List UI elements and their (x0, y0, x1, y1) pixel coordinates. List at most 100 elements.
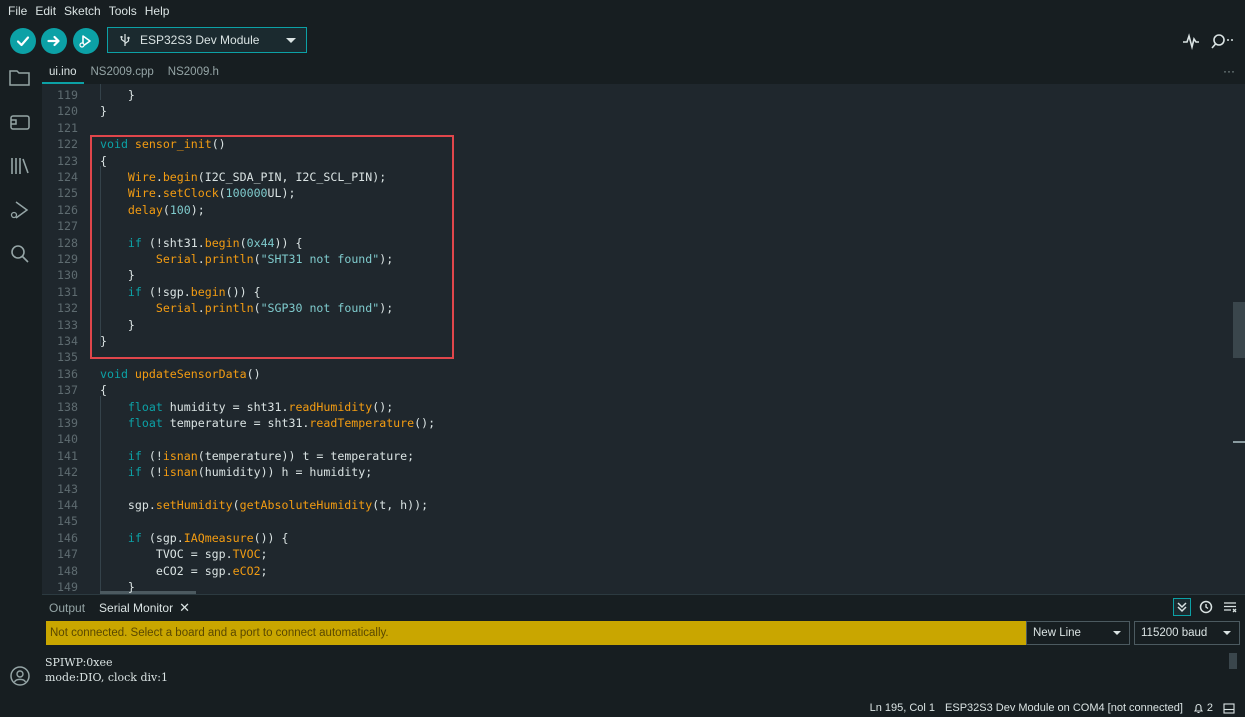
code-line[interactable]: 122 void sensor_init() (42, 136, 1222, 152)
line-number: 148 (57, 563, 78, 578)
panel-toggle-icon[interactable] (1223, 702, 1235, 714)
editor-scrollbar[interactable] (1233, 302, 1245, 358)
activity-bar (0, 62, 42, 699)
code-line[interactable]: 145 (42, 513, 1222, 529)
code-line[interactable]: 136 void updateSensorData() (42, 366, 1222, 382)
board-status[interactable]: ESP32S3 Dev Module on COM4 [not connecte… (945, 699, 1183, 717)
baud-rate-select[interactable]: 115200 baud (1134, 621, 1240, 645)
editor-tabs: ui.ino NS2009.cpp NS2009.h ··· (42, 62, 1245, 84)
code-line[interactable]: 132 Serial.println("SGP30 not found"); (42, 300, 1222, 316)
code-line[interactable]: 128 if (!sht31.begin(0x44)) { (42, 235, 1222, 251)
code-line[interactable]: 148 eCO2 = sgp.eCO2; (42, 563, 1222, 579)
autoscroll-button[interactable] (1173, 598, 1191, 616)
line-number: 124 (57, 170, 78, 184)
serial-scrollbar[interactable] (1229, 653, 1237, 669)
code-text: delay(100); (127, 202, 205, 217)
code-text: float temperature = sht31.readTemperatur… (127, 416, 436, 430)
code-line[interactable]: 131 if (!sgp.begin()) { (42, 284, 1222, 300)
code-line[interactable]: 143 (42, 481, 1222, 497)
code-text: eCO2 = sgp.eCO2; (100, 563, 268, 578)
tab-serial-monitor[interactable]: Serial Monitor ✕ (92, 595, 197, 621)
menu-item-sketch[interactable]: Sketch (60, 0, 105, 22)
code-text: void updateSensorData() (100, 366, 261, 381)
line-number: 137 (57, 383, 78, 398)
code-line[interactable]: 144 sgp.setHumidity(getAbsoluteHumidity(… (42, 497, 1222, 513)
code-line[interactable]: 140 (42, 431, 1222, 447)
verify-button[interactable] (10, 28, 36, 54)
code-text: void sensor_init() (100, 137, 226, 152)
notifications[interactable]: 2 (1193, 699, 1213, 717)
debug-sidebar-icon[interactable] (8, 198, 32, 222)
library-manager-icon[interactable] (8, 154, 32, 178)
code-line[interactable]: 119 } (42, 87, 1222, 103)
code-text: if (!sht31.begin(0x44)) { (127, 235, 303, 250)
code-editor[interactable]: 119 } 120} 121 122 void sensor_init() 123{124… (42, 84, 1245, 594)
code-text: if (!isnan(humidity)) h = humidity; (127, 465, 373, 480)
menu-item-help[interactable]: Help (141, 0, 174, 22)
code-line[interactable]: 130 } (42, 267, 1222, 283)
line-number: 136 (57, 366, 78, 381)
board-name: ESP32S3 Dev Module (140, 33, 260, 47)
line-ending-select[interactable]: New Line (1026, 621, 1130, 645)
upload-button[interactable] (41, 28, 67, 54)
line-number: 122 (57, 137, 78, 152)
tab-output[interactable]: Output (42, 595, 92, 621)
line-number: 140 (57, 432, 78, 447)
line-number: 146 (57, 530, 78, 545)
serial-plotter-icon[interactable] (1180, 30, 1202, 52)
code-line[interactable]: 125 Wire.setClock(100000UL); (42, 185, 1222, 201)
menu-item-edit[interactable]: Edit (31, 0, 60, 22)
tab-ui-ino[interactable]: ui.ino (42, 62, 84, 84)
code-text: if (sgp.IAQmeasure()) { (127, 530, 289, 545)
code-line[interactable]: 142 if (!isnan(humidity)) h = humidity; (42, 464, 1222, 480)
serial-monitor-icon[interactable] (1209, 30, 1235, 52)
notification-count: 2 (1206, 702, 1213, 714)
tab-ns2009-h[interactable]: NS2009.h (161, 62, 226, 84)
line-number: 131 (57, 284, 78, 299)
code-line[interactable]: 135 (42, 349, 1222, 365)
code-text: } (100, 268, 135, 283)
code-line[interactable]: 121 (42, 120, 1222, 136)
boards-manager-icon[interactable] (8, 110, 32, 134)
account-icon[interactable] (8, 664, 32, 688)
clear-output-button[interactable] (1221, 598, 1239, 616)
code-line[interactable]: 129 Serial.println("SHT31 not found"); (42, 251, 1222, 267)
serial-line: SPIWP:0xee (45, 656, 113, 669)
search-icon[interactable] (8, 242, 32, 266)
folder-icon[interactable] (8, 66, 32, 90)
code-text: float humidity = sht31.readHumidity(); (127, 399, 394, 414)
tab-ns2009-cpp[interactable]: NS2009.cpp (84, 62, 161, 84)
more-tabs-icon[interactable]: ··· (1223, 62, 1235, 80)
line-number: 126 (57, 202, 78, 217)
debug-button[interactable] (73, 28, 99, 54)
code-line[interactable]: 149 } (42, 579, 1222, 594)
chevron-down-icon (1113, 631, 1121, 635)
code-line[interactable]: 127 (42, 218, 1222, 234)
code-line[interactable]: 134} (42, 333, 1222, 349)
code-text: if (!sgp.begin()) { (127, 284, 261, 299)
menu-item-file[interactable]: File (4, 0, 31, 22)
code-line[interactable]: 146 if (sgp.IAQmeasure()) { (42, 530, 1222, 546)
code-line[interactable]: 120} (42, 103, 1222, 119)
code-text: TVOC = sgp.TVOC; (100, 547, 268, 562)
menu-item-tools[interactable]: Tools (105, 0, 141, 22)
code-line[interactable]: 138 float humidity = sht31.readHumidity(… (42, 399, 1222, 415)
line-number: 135 (57, 350, 78, 365)
timestamp-button[interactable] (1197, 598, 1215, 616)
code-line[interactable]: 141 if (!isnan(temperature)) t = tempera… (42, 448, 1222, 464)
usb-icon (120, 34, 130, 46)
code-line[interactable]: 123 { (42, 153, 1222, 169)
line-number: 120 (57, 104, 78, 119)
cursor-position[interactable]: Ln 195, Col 1 (870, 699, 935, 717)
code-line[interactable]: 126 delay(100); (42, 202, 1222, 218)
code-line[interactable]: 139 float temperature = sht31.readTemper… (42, 415, 1222, 431)
code-line[interactable]: 124 Wire.begin(I2C_SDA_PIN, I2C_SCL_PIN)… (42, 169, 1222, 185)
code-line[interactable]: 133 } (42, 317, 1222, 333)
close-icon[interactable]: ✕ (179, 600, 190, 615)
board-selector[interactable]: ESP32S3 Dev Module (107, 27, 307, 53)
connection-notice: Not connected. Select a board and a port… (46, 621, 1026, 645)
menu-bar: File Edit Sketch Tools Help (0, 0, 1245, 22)
code-line[interactable]: 147 TVOC = sgp.TVOC; (42, 546, 1222, 562)
code-line[interactable]: 137 { (42, 382, 1222, 398)
code-text: } (100, 317, 135, 332)
